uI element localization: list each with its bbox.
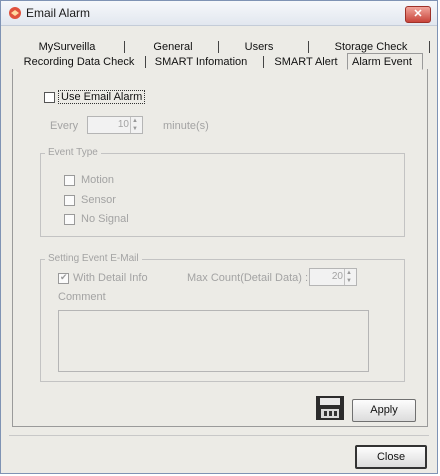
spin-up-icon[interactable]: ▲ (346, 270, 352, 276)
tab-general[interactable]: General (151, 41, 195, 53)
with-detail-info-checkbox[interactable]: ✔ (58, 272, 69, 284)
tab-separator (145, 56, 146, 68)
max-count-label: Max Count(Detail Data) : (187, 272, 309, 284)
comment-textarea[interactable] (58, 310, 369, 372)
spinner-arrows[interactable]: ▲ ▼ (344, 269, 356, 285)
every-minutes-value: 10 (117, 119, 129, 130)
sensor-checkbox[interactable] (64, 195, 75, 206)
every-unit-label: minute(s) (163, 120, 209, 132)
tab-mysurveilla[interactable]: MySurveilla (29, 41, 105, 53)
tab-alarm-event[interactable]: Alarm Event (347, 53, 423, 70)
spinner-arrows[interactable]: ▲ ▼ (130, 117, 142, 133)
tab-smart-alert[interactable]: SMART Alert (273, 56, 339, 68)
event-type-legend: Event Type (45, 147, 101, 158)
save-disk-icon (316, 396, 344, 420)
every-label: Every (50, 120, 79, 132)
email-alarm-app-icon (9, 7, 21, 19)
use-email-alarm-label[interactable]: Use Email Alarm (58, 90, 146, 104)
tab-alarm-event-label: Alarm Event (352, 56, 412, 68)
with-detail-info-label: With Detail Info (73, 272, 148, 284)
spin-down-icon[interactable]: ▼ (346, 278, 352, 284)
title-bar: Email Alarm ✕ (1, 1, 437, 26)
every-minutes-spinner[interactable]: 10 ▲ ▼ (87, 116, 143, 134)
tab-separator (308, 41, 309, 53)
tab-recording-data-check[interactable]: Recording Data Check (23, 56, 135, 68)
motion-checkbox[interactable] (64, 175, 75, 186)
use-email-alarm-checkbox[interactable] (44, 92, 55, 103)
tab-separator (218, 41, 219, 53)
close-button[interactable]: Close (355, 445, 427, 469)
spin-up-icon[interactable]: ▲ (132, 118, 138, 124)
tab-separator (263, 56, 264, 68)
comment-label: Comment (58, 291, 106, 303)
no-signal-label: No Signal (81, 213, 129, 225)
email-alarm-window: Email Alarm ✕ MySurveilla General Users … (0, 0, 438, 474)
no-signal-checkbox[interactable] (64, 214, 75, 225)
spin-down-icon[interactable]: ▼ (132, 126, 138, 132)
tab-storage-check[interactable]: Storage Check (331, 41, 411, 53)
tab-separator (429, 41, 430, 53)
setting-event-email-legend: Setting Event E-Mail (45, 253, 142, 264)
tab-smart-information[interactable]: SMART Infomation (153, 56, 249, 68)
max-count-value: 20 (331, 271, 343, 282)
motion-label: Motion (81, 174, 115, 186)
max-count-spinner[interactable]: 20 ▲ ▼ (309, 268, 357, 286)
window-title: Email Alarm (26, 6, 91, 20)
tab-separator (124, 41, 125, 53)
window-close-button[interactable]: ✕ (405, 6, 431, 23)
footer-divider (9, 435, 429, 436)
tab-users[interactable]: Users (239, 41, 279, 53)
apply-button[interactable]: Apply (352, 399, 416, 422)
checkmark-icon: ✔ (60, 272, 68, 282)
sensor-label: Sensor (81, 194, 116, 206)
